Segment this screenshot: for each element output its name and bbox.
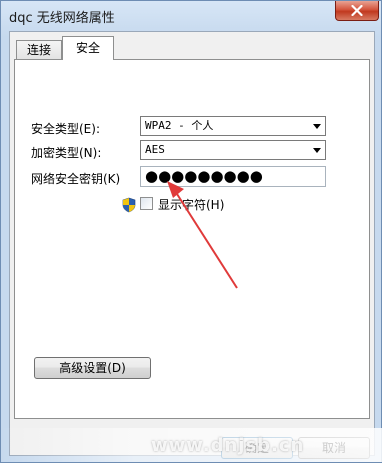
watermark-text: www.dnjsb.cn bbox=[151, 435, 305, 456]
dialog-window: dqc 无线网络属性 连接 安全 安全类型(E): WPA2 - 个人 加密类型… bbox=[0, 0, 382, 463]
annotation-arrow bbox=[167, 181, 238, 289]
tab-security[interactable]: 安全 bbox=[62, 36, 114, 60]
